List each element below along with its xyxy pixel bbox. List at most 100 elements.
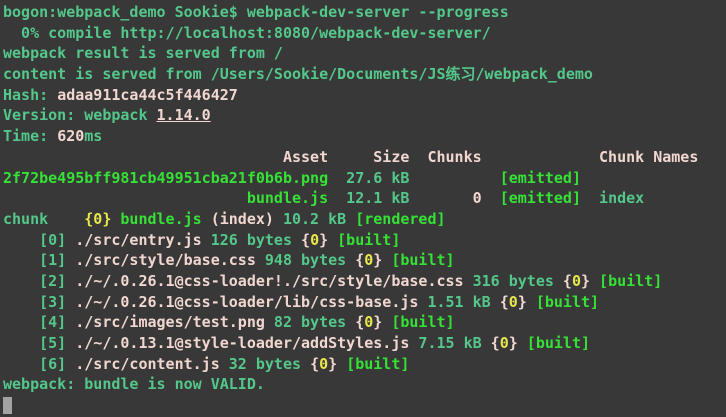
terminal-text-segment: { xyxy=(563,272,572,290)
terminal-text-segment: 82 bytes xyxy=(265,313,355,331)
terminal-text-segment: [1] xyxy=(3,251,75,269)
terminal-line: Time: 620ms xyxy=(3,126,726,147)
terminal-text-segment: ./src/content.js xyxy=(75,355,220,373)
terminal-text-segment xyxy=(202,210,211,228)
terminal-text-segment: [4] xyxy=(3,313,75,331)
terminal-text-segment: 948 bytes xyxy=(256,251,355,269)
terminal-text-segment: 7.15 kB xyxy=(409,334,490,352)
terminal-text-segment: { xyxy=(310,355,319,373)
terminal-text-segment: { xyxy=(500,293,509,311)
terminal-text-segment xyxy=(518,334,527,352)
terminal-text-segment: chunk xyxy=(3,210,84,228)
terminal-text-segment xyxy=(328,231,337,249)
terminal-screen[interactable]: bogon:webpack_demo Sookie$ webpack-dev-s… xyxy=(0,0,726,417)
terminal-text-segment: bundle.js xyxy=(120,210,201,228)
terminal-cursor xyxy=(3,397,12,414)
terminal-line: [2] ./~/.0.26.1@css-loader!./src/style/b… xyxy=(3,271,726,292)
terminal-text-segment: 1.51 kB xyxy=(418,293,499,311)
terminal-text-segment: [0] xyxy=(3,231,75,249)
terminal-text-segment: [5] xyxy=(3,334,75,352)
terminal-text-segment: 0 xyxy=(364,313,373,331)
terminal-text-segment: [built] xyxy=(391,313,454,331)
terminal-text-segment: ./~/.0.26.1@css-loader!./src/style/base.… xyxy=(75,272,463,290)
terminal-text-segment: 0 xyxy=(500,334,509,352)
terminal-text-segment xyxy=(590,272,599,290)
terminal-text-segment: content is served from /Users/Sookie/Doc… xyxy=(3,65,593,83)
terminal-text-segment: } xyxy=(373,313,382,331)
terminal-text-segment: ./src/entry.js xyxy=(75,231,201,249)
terminal-text-segment: 316 bytes xyxy=(464,272,563,290)
terminal-text-segment: } xyxy=(328,355,337,373)
terminal-text-segment: [built] xyxy=(337,231,400,249)
terminal-text-segment: [built] xyxy=(599,272,662,290)
terminal-text-segment: 0 xyxy=(319,355,328,373)
terminal-text-segment: Hash: xyxy=(3,86,57,104)
terminal-text-segment: 2f72be495bff981cb49951cba21f0b6b.png xyxy=(3,169,328,187)
terminal-text-segment: {0} xyxy=(84,210,111,228)
terminal-text-segment: ./src/images/test.png xyxy=(75,313,265,331)
terminal-text-segment: bundle.js xyxy=(247,189,328,207)
terminal-text-segment: (index) xyxy=(211,210,274,228)
terminal-text-segment: 12.1 kB xyxy=(328,189,473,207)
terminal-text-segment: 10.2 kB xyxy=(274,210,355,228)
terminal-line: [0] ./src/entry.js 126 bytes {0} [built] xyxy=(3,230,726,251)
terminal-text-segment: ms xyxy=(84,127,102,145)
terminal-text-segment: 0% compile http://localhost:8080/webpack… xyxy=(3,24,491,42)
terminal-text-segment: { xyxy=(491,334,500,352)
terminal-text-segment xyxy=(382,251,391,269)
terminal-text-segment: } xyxy=(581,272,590,290)
terminal-line: Hash: adaa911ca44c5f446427 xyxy=(3,85,726,106)
terminal-text-segment: [built] xyxy=(527,334,590,352)
terminal-line: [1] ./src/style/base.css 948 bytes {0} [… xyxy=(3,250,726,271)
terminal-line: webpack: bundle is now VALID. xyxy=(3,374,726,395)
terminal-text-segment: 0 xyxy=(509,293,518,311)
terminal-text-segment: } xyxy=(319,231,328,249)
terminal-text-segment: [built] xyxy=(346,355,409,373)
terminal-text-segment: ./src/style/base.css xyxy=(75,251,256,269)
terminal-line: bogon:webpack_demo Sookie$ webpack-dev-s… xyxy=(3,2,726,23)
terminal-line: [5] ./~/.0.13.1@style-loader/addStyles.j… xyxy=(3,333,726,354)
terminal-line: 0% compile http://localhost:8080/webpack… xyxy=(3,23,726,44)
terminal-text-segment: Asset Size Chunks Chunk Names xyxy=(3,148,698,166)
terminal-text-segment: 0 xyxy=(473,189,482,207)
terminal-text-segment: } xyxy=(518,293,527,311)
terminal-text-segment: webpack: bundle is now VALID. xyxy=(3,375,265,393)
terminal-text-segment xyxy=(382,313,391,331)
terminal-text-segment: [built] xyxy=(536,293,599,311)
terminal-text-segment xyxy=(3,189,247,207)
terminal-text-segment: [2] xyxy=(3,272,75,290)
terminal-text-segment: [rendered] xyxy=(355,210,445,228)
terminal-text-segment: 0 xyxy=(310,231,319,249)
terminal-text-segment: [emitted] xyxy=(500,189,581,207)
terminal-line: [3] ./~/.0.26.1@css-loader/lib/css-base.… xyxy=(3,292,726,313)
terminal-text-segment xyxy=(337,355,346,373)
terminal-line: bundle.js 12.1 kB 0 [emitted] index xyxy=(3,188,726,209)
terminal-text-segment: [emitted] xyxy=(500,169,581,187)
terminal-text-segment: webpack result is served from / xyxy=(3,44,283,62)
terminal-text-segment xyxy=(482,189,500,207)
terminal-line: [4] ./src/images/test.png 82 bytes {0} [… xyxy=(3,312,726,333)
terminal-text-segment: [built] xyxy=(391,251,454,269)
terminal-text-segment: } xyxy=(509,334,518,352)
terminal-text-segment: { xyxy=(355,313,364,331)
terminal-text-segment: 32 bytes xyxy=(220,355,310,373)
terminal-text-segment: adaa911ca44c5f446427 xyxy=(57,86,238,104)
terminal-text-segment: bogon:webpack_demo Sookie$ webpack-dev-s… xyxy=(3,3,509,21)
terminal-text-segment: 126 bytes xyxy=(202,231,301,249)
terminal-text-segment: } xyxy=(373,251,382,269)
terminal-line: 2f72be495bff981cb49951cba21f0b6b.png 27.… xyxy=(3,168,726,189)
terminal-text-segment: 620 xyxy=(57,127,84,145)
terminal-text-segment: { xyxy=(355,251,364,269)
terminal-line: webpack result is served from / xyxy=(3,43,726,64)
terminal-line: Asset Size Chunks Chunk Names xyxy=(3,147,726,168)
terminal-text-segment: 0 xyxy=(572,272,581,290)
terminal-line: chunk {0} bundle.js (index) 10.2 kB [ren… xyxy=(3,209,726,230)
terminal-text-segment: [6] xyxy=(3,355,75,373)
terminal-text-segment: { xyxy=(301,231,310,249)
terminal-text-segment: [3] xyxy=(3,293,75,311)
terminal-text-segment: 27.6 kB xyxy=(328,169,500,187)
terminal-text-segment: ./~/.0.26.1@css-loader/lib/css-base.js xyxy=(75,293,418,311)
terminal-text-segment: 0 xyxy=(364,251,373,269)
terminal-text-segment xyxy=(527,293,536,311)
terminal-text-segment: index xyxy=(581,189,644,207)
